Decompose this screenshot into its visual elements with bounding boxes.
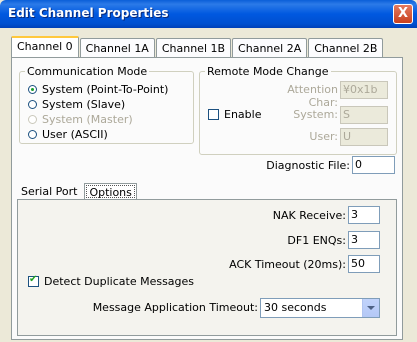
detect-duplicates-label: Detect Duplicate Messages xyxy=(44,275,195,288)
nak-receive-label: NAK Receive: xyxy=(272,209,346,222)
enable-label: Enable xyxy=(224,108,262,121)
diagnostic-file-input[interactable]: 0 xyxy=(352,156,395,174)
tab-channel-1a[interactable]: Channel 1A xyxy=(79,38,155,57)
system-label: System: xyxy=(293,108,338,121)
df1-enqs-label: DF1 ENQs: xyxy=(287,234,346,247)
enable-checkbox-row[interactable]: Enable xyxy=(208,108,261,121)
msg-timeout-select[interactable]: 30 seconds xyxy=(260,298,380,318)
radio-checked-icon[interactable] xyxy=(28,85,37,94)
ack-timeout-label: ACK Timeout (20ms): xyxy=(229,258,346,271)
radio-slave[interactable]: System (Slave) xyxy=(28,98,125,111)
channel-panel: Communication Mode System (Point-To-Poin… xyxy=(11,57,403,340)
tab-channel-0[interactable]: Channel 0 xyxy=(11,36,79,57)
radio-user-ascii[interactable]: User (ASCII) xyxy=(28,128,108,141)
remote-mode-legend: Remote Mode Change xyxy=(207,65,329,78)
tab-serial-port[interactable]: Serial Port xyxy=(17,183,81,200)
radio-label: System (Point-To-Point) xyxy=(42,83,169,96)
attention-char-input[interactable]: ¥0x1b xyxy=(340,81,388,99)
tab-channel-2b[interactable]: Channel 2B xyxy=(308,38,384,57)
nak-receive-input[interactable]: 3 xyxy=(348,206,380,224)
tab-channel-1b[interactable]: Channel 1B xyxy=(155,38,232,57)
tab-options[interactable]: Options xyxy=(84,183,137,200)
radio-icon[interactable] xyxy=(28,130,37,139)
radio-point-to-point[interactable]: System (Point-To-Point) xyxy=(28,83,168,96)
options-panel: NAK Receive: 3 DF1 ENQs: 3 ACK Timeout (… xyxy=(17,199,397,336)
diagnostic-file-label: Diagnostic File: xyxy=(266,159,350,172)
close-button[interactable]: X xyxy=(393,4,413,24)
radio-icon[interactable] xyxy=(28,100,37,109)
dialog-window: Edit Channel Properties X Channel 0 Chan… xyxy=(0,0,417,342)
channel-tabs: Channel 0 Channel 1A Channel 1B Channel … xyxy=(11,36,384,58)
dropdown-arrow-icon[interactable] xyxy=(362,299,379,317)
sub-tabs: Serial Port Options xyxy=(17,183,140,200)
radio-label: System (Slave) xyxy=(42,98,126,111)
msg-timeout-label: Message Application Timeout: xyxy=(92,301,258,314)
detect-duplicates-row[interactable]: Detect Duplicate Messages xyxy=(28,274,195,288)
radio-label: System (Master) xyxy=(42,113,133,126)
attention-char-label: Attention Char: xyxy=(287,83,338,109)
user-input[interactable]: U xyxy=(340,128,388,146)
df1-enqs-input[interactable]: 3 xyxy=(348,231,380,249)
detect-duplicates-checkbox[interactable] xyxy=(28,274,39,287)
msg-timeout-value: 30 seconds xyxy=(264,301,327,314)
radio-disabled-icon xyxy=(28,115,37,124)
radio-label: User (ASCII) xyxy=(42,128,108,141)
ack-timeout-input[interactable]: 50 xyxy=(348,255,380,273)
radio-master: System (Master) xyxy=(28,113,133,126)
system-input[interactable]: S xyxy=(340,106,388,124)
user-label: User: xyxy=(309,130,338,143)
tab-channel-2a[interactable]: Channel 2A xyxy=(232,38,308,57)
window-title: Edit Channel Properties xyxy=(8,6,169,20)
enable-checkbox[interactable] xyxy=(208,109,219,120)
communication-mode-legend: Communication Mode xyxy=(27,65,148,78)
title-bar[interactable]: Edit Channel Properties X xyxy=(0,0,417,28)
